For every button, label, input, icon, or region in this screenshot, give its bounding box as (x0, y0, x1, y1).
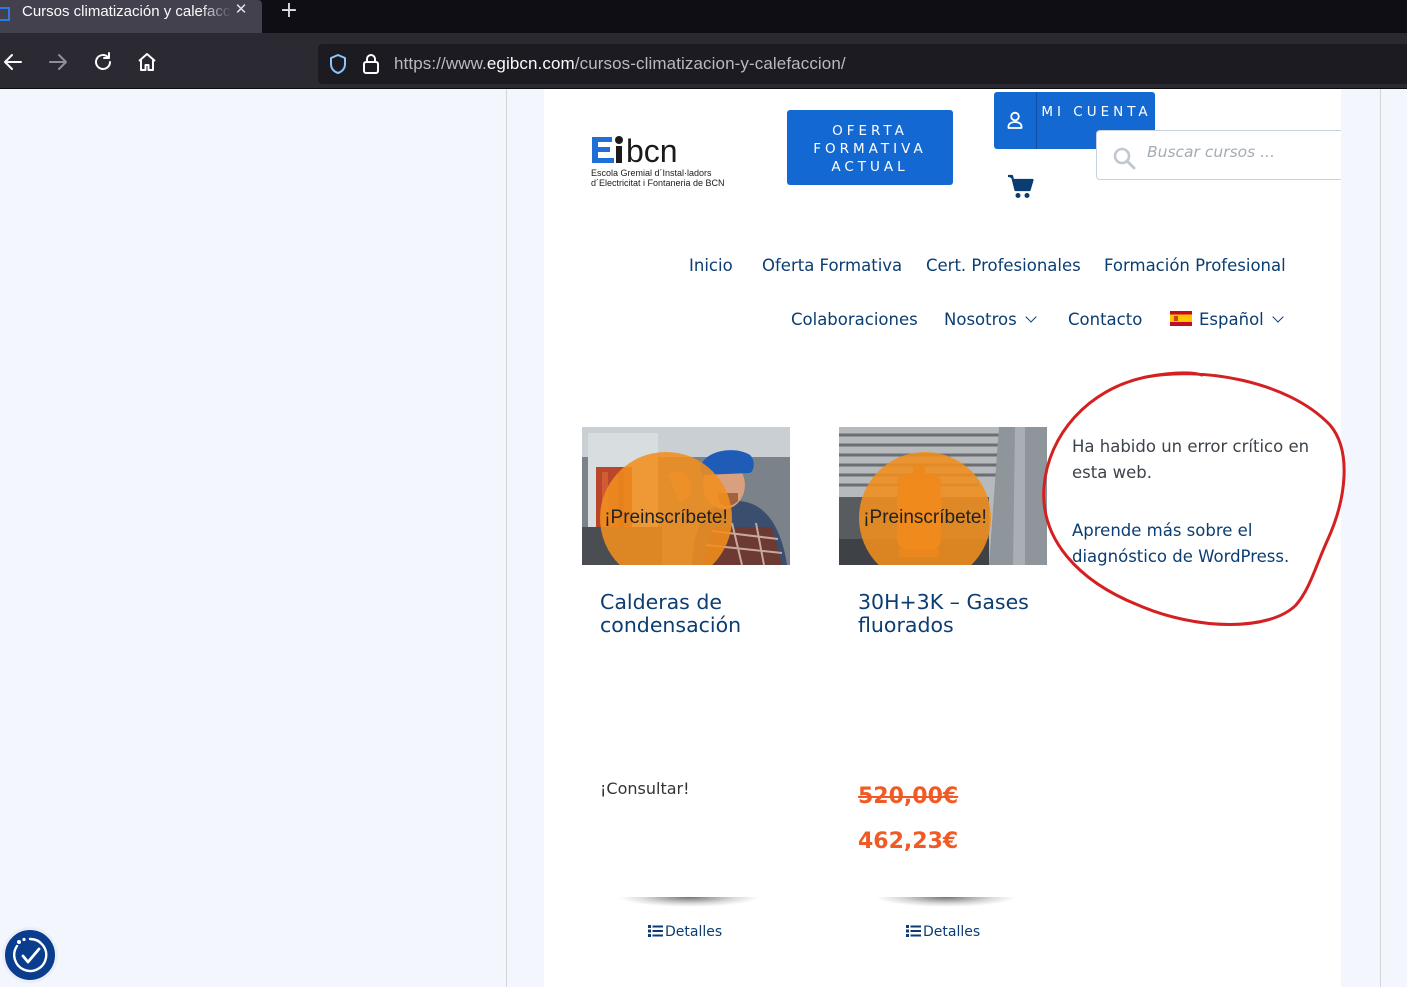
original-price: 520,00€ (858, 784, 959, 809)
search-input[interactable] (1147, 143, 1337, 161)
product-title[interactable]: 30H+3K – Gases fluorados (858, 591, 1048, 637)
search-box[interactable] (1096, 130, 1341, 180)
divider-shadow (618, 897, 760, 907)
cart-icon[interactable] (1006, 171, 1036, 201)
detalles-label: Detalles (665, 924, 723, 940)
red-annotation-circle (1042, 371, 1346, 626)
logo-tagline-2: d´Electricitat i Fontaneria de BCN (591, 178, 725, 188)
browser-tab[interactable]: Cursos climatización y calefacción ✕ (0, 0, 262, 33)
product-image[interactable]: ¡Preinscríbete! (839, 427, 1047, 565)
nav-nosotros[interactable]: Nosotros (944, 310, 1037, 330)
browser-nav-bar: https://www.egibcn.com/cursos-climatizac… (0, 33, 1407, 89)
url-bar[interactable]: https://www.egibcn.com/cursos-climatizac… (318, 44, 1407, 84)
product-title[interactable]: Calderas de condensación (600, 591, 790, 637)
left-margin (0, 89, 507, 987)
nav-colaboraciones[interactable]: Colaboraciones (791, 310, 918, 330)
detalles-label: Detalles (923, 924, 981, 940)
user-icon-box (994, 92, 1037, 149)
accessibility-button[interactable] (2, 927, 58, 983)
spain-flag-icon (1170, 311, 1192, 326)
lock-icon[interactable] (362, 53, 380, 75)
reload-icon[interactable] (91, 50, 115, 74)
back-arrow-icon[interactable] (1, 50, 25, 74)
search-icon[interactable] (1112, 146, 1136, 170)
list-icon (648, 925, 663, 937)
site-content: bcn Escola Gremial d´Instal·ladors d´Ele… (544, 89, 1346, 987)
user-icon (1007, 111, 1023, 129)
url-text[interactable]: https://www.egibcn.com/cursos-climatizac… (394, 54, 846, 74)
tab-title: Cursos climatización y calefacción (22, 3, 232, 20)
consultar-price-label: ¡Consultar! (600, 779, 690, 798)
nav-cert-profesionales[interactable]: Cert. Profesionales (926, 256, 1081, 276)
site-favicon-icon (0, 7, 10, 21)
logo-wordmark: bcn (626, 133, 678, 169)
mi-cuenta-label: MI CUENTA (1041, 104, 1152, 120)
site-logo[interactable]: bcn Escola Gremial d´Instal·ladors d´Ele… (590, 133, 740, 189)
nav-nosotros-label: Nosotros (944, 310, 1017, 329)
nav-contacto[interactable]: Contacto (1068, 310, 1142, 330)
divider-shadow (875, 897, 1017, 907)
url-path: /cursos-climatizacion-y-calefaccion/ (574, 54, 846, 73)
forward-arrow-icon[interactable] (46, 50, 70, 74)
nav-formacion-profesional[interactable]: Formación Profesional (1104, 256, 1286, 276)
browser-tab-bar: Cursos climatización y calefacción ✕ + (0, 0, 1407, 33)
egi-logo-mark-icon (592, 136, 623, 163)
url-prefix: https://www. (394, 54, 487, 73)
chevron-down-icon (1025, 311, 1037, 323)
accessibility-icon (13, 937, 48, 973)
home-icon[interactable] (135, 50, 159, 74)
nav-inicio[interactable]: Inicio (689, 256, 733, 276)
logo-tagline-1: Escola Gremial d´Instal·ladors (591, 168, 712, 178)
detalles-link[interactable]: Detalles (906, 924, 980, 940)
list-icon (906, 925, 921, 937)
close-tab-icon[interactable]: ✕ (232, 1, 250, 19)
sale-price: 462,23€ (858, 829, 959, 854)
new-tab-button[interactable]: + (278, 0, 300, 22)
product-image[interactable]: ¡Preinscríbete! (582, 427, 790, 565)
oferta-formativa-button[interactable]: OFERTA FORMATIVA ACTUAL (787, 110, 953, 185)
nav-oferta-formativa[interactable]: Oferta Formativa (762, 256, 902, 276)
url-host: egibcn.com (486, 54, 575, 73)
chevron-down-icon (1272, 311, 1284, 323)
web-page: bcn Escola Gremial d´Instal·ladors d´Ele… (0, 89, 1407, 987)
nav-language-select[interactable]: Español (1170, 310, 1284, 330)
detalles-link[interactable]: Detalles (648, 924, 722, 940)
tracking-shield-icon[interactable] (328, 53, 348, 75)
nav-language-label: Español (1199, 310, 1264, 329)
